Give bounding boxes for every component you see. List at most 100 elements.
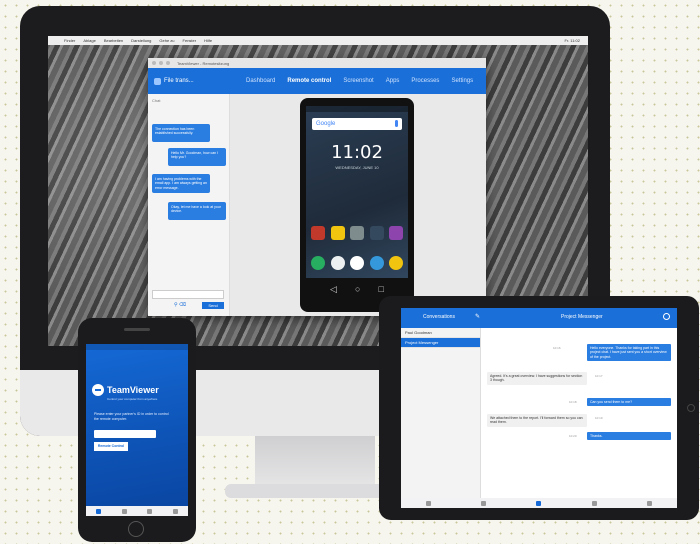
compose-icon[interactable]: ✎ <box>475 313 480 320</box>
logo-tagline: Control your computer from anywhere <box>107 397 158 401</box>
conversation-item[interactable]: Project Messenger <box>401 338 480 348</box>
tab-apps[interactable]: Apps <box>386 78 400 84</box>
tab-settings[interactable]: Settings <box>451 78 473 84</box>
iphone-speaker <box>124 328 150 331</box>
android-clock: 11:02 <box>331 142 383 163</box>
window-titlebar[interactable]: TeamViewer - Remotesitzung <box>148 58 486 68</box>
menubar-item[interactable]: Hilfe <box>204 38 212 43</box>
tab-dashboard[interactable]: Dashboard <box>246 78 275 84</box>
attach-icon[interactable]: ⚲ ⌫ <box>174 302 186 308</box>
tab-remote-control[interactable]: Remote control <box>287 78 331 84</box>
android-screen[interactable]: Google 11:02 WEDNESDAY, JUNE 10 <box>306 106 408 278</box>
close-window-icon[interactable] <box>152 61 156 65</box>
menubar-item[interactable]: Fenster <box>183 38 197 43</box>
teamviewer-logo: TeamViewer <box>92 384 159 396</box>
google-label: Google <box>316 121 336 127</box>
menubar-item[interactable]: Darstellung <box>131 38 151 43</box>
message-time: 10:19 <box>595 416 603 420</box>
minimize-window-icon[interactable] <box>159 61 163 65</box>
message-bubble: We attached them to the report. I'll for… <box>487 414 587 427</box>
home-button[interactable] <box>128 521 144 537</box>
window-title: TeamViewer - Remotesitzung <box>177 60 230 66</box>
chat-title: Project Messenger <box>561 314 603 320</box>
chat-input[interactable] <box>152 290 224 299</box>
message-time: 10:17 <box>595 374 603 378</box>
iphone-screen: TeamViewer Control your computer from an… <box>86 344 188 516</box>
message-time: 10:20 <box>569 434 577 438</box>
chat-message: The connection has been established succ… <box>152 124 210 142</box>
chat-message: I am having problems with the email app.… <box>152 174 210 194</box>
teamviewer-nav: File trans... Dashboard Remote control S… <box>148 68 486 94</box>
app-icon[interactable] <box>389 256 403 270</box>
monitor-stand <box>255 436 375 488</box>
menubar-clock: Fr. 11:02 <box>564 38 581 43</box>
app-icon[interactable] <box>330 226 345 240</box>
android-nav-bar: ◁ ○ □ <box>330 284 384 295</box>
message-time: 10:18 <box>569 400 577 404</box>
remote-screen-area: Google 11:02 WEDNESDAY, JUNE 10 ◁ ○ □ <box>230 94 486 316</box>
app-icon[interactable] <box>369 226 384 240</box>
conversation-item[interactable]: Paul Goodman <box>401 328 480 338</box>
ipad-tab-bar <box>401 498 677 508</box>
monitor-foot <box>225 484 405 498</box>
app-icon[interactable] <box>330 256 345 270</box>
tab-chat-icon[interactable] <box>147 508 153 514</box>
iphone-device: TeamViewer Control your computer from an… <box>78 318 196 542</box>
tab-settings-icon[interactable] <box>646 500 652 506</box>
android-status-bar <box>306 106 408 112</box>
ios-tab-bar <box>86 506 188 516</box>
maximize-window-icon[interactable] <box>166 61 170 65</box>
home-icon[interactable]: ○ <box>355 284 360 295</box>
peer-name[interactable]: File trans... <box>154 77 234 85</box>
message-bubble: Hello everyone. Thanks for taking part i… <box>587 344 671 362</box>
recents-icon[interactable]: □ <box>379 284 384 295</box>
app-icon[interactable] <box>350 226 364 240</box>
tab-chat-icon[interactable] <box>536 500 542 506</box>
ipad-screen: Conversations ✎ Project Messenger Paul G… <box>401 308 677 508</box>
teamviewer-window: TeamViewer - Remotesitzung File trans...… <box>148 58 486 316</box>
tab-connect-icon[interactable] <box>426 500 432 506</box>
app-icon[interactable] <box>369 256 384 270</box>
user-icon[interactable] <box>663 313 670 320</box>
messenger-header: Conversations ✎ Project Messenger <box>401 308 677 328</box>
partner-id-input[interactable] <box>94 430 156 438</box>
back-icon[interactable]: ◁ <box>330 284 337 295</box>
app-icon[interactable] <box>311 256 325 270</box>
conversations-title: Conversations <box>423 314 455 320</box>
send-button[interactable]: Send <box>202 302 224 309</box>
remote-control-button[interactable]: Remote Control <box>94 442 128 451</box>
app-icon[interactable] <box>389 226 403 240</box>
mic-icon[interactable] <box>395 120 398 127</box>
partner-id-prompt: Please enter your partner's ID in order … <box>94 412 169 421</box>
device-icon <box>154 77 161 85</box>
message-thread: Hello everyone. Thanks for taking part i… <box>481 328 677 498</box>
menubar-item[interactable]: Bearbeiten <box>104 38 123 43</box>
chat-message: Okay, let me have a look at your device. <box>168 202 226 220</box>
menubar-item[interactable]: Gehe zu <box>159 38 174 43</box>
message-time: 10:16 <box>553 346 561 350</box>
menubar-item[interactable]: Finder <box>64 38 75 43</box>
app-icon[interactable] <box>311 226 325 240</box>
google-search-bar[interactable]: Google <box>312 118 402 130</box>
teamviewer-logo-icon <box>92 384 104 396</box>
menubar-item[interactable]: Ablage <box>83 38 95 43</box>
message-bubble: Agreed. It's a great overview. I have su… <box>487 372 587 385</box>
logo-text: TeamViewer <box>107 385 159 395</box>
conversation-list: Paul Goodman Project Messenger <box>401 328 481 508</box>
tab-files-icon[interactable] <box>591 500 597 506</box>
message-bubble: Can you send them to me? <box>587 398 671 407</box>
mac-menubar: Finder Ablage Bearbeiten Darstellung Geh… <box>48 36 588 45</box>
tab-connect-icon[interactable] <box>96 508 102 514</box>
chat-label: Chat <box>152 98 161 103</box>
peer-label: File trans... <box>164 78 194 84</box>
tab-computers-icon[interactable] <box>481 500 487 506</box>
ipad-device: Conversations ✎ Project Messenger Paul G… <box>379 296 699 520</box>
tab-processes[interactable]: Processes <box>411 78 439 84</box>
tab-screenshot[interactable]: Screenshot <box>343 78 373 84</box>
tab-computers-icon[interactable] <box>121 508 127 514</box>
ios-status-bar <box>86 344 188 350</box>
app-icon[interactable] <box>350 256 364 270</box>
ipad-camera <box>687 404 695 412</box>
tab-files-icon[interactable] <box>172 508 178 514</box>
android-dock <box>311 256 403 270</box>
